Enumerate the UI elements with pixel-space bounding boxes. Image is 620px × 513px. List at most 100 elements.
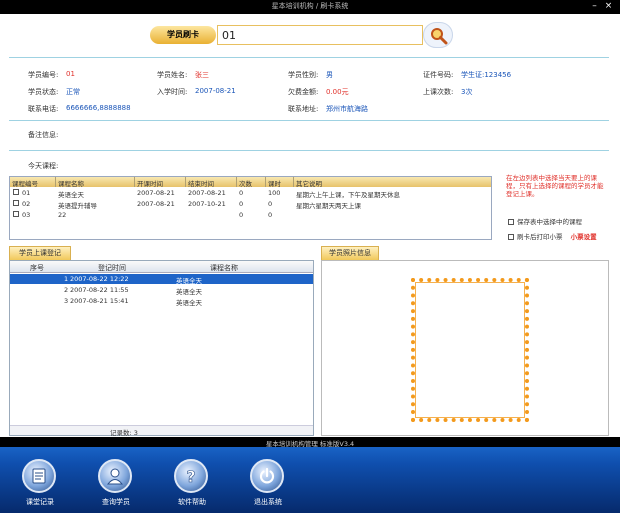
phone-label: 联系电话: xyxy=(28,105,59,113)
exit-button[interactable]: 退出系统 xyxy=(238,459,298,513)
save-selection-checkbox[interactable] xyxy=(508,219,514,225)
receipt-settings-link[interactable]: 小票设置 xyxy=(571,233,597,241)
table-header: 序号 登记时间 课程名称 xyxy=(10,261,313,273)
col-header: 结束时间 xyxy=(188,180,214,188)
class-count-value: 3次 xyxy=(461,88,473,96)
search-student-label: 查询学员 xyxy=(102,498,130,506)
divider xyxy=(9,150,609,151)
row-time: 2007-08-22 11:55 xyxy=(70,286,129,294)
phone-value: 6666666,8888888 xyxy=(66,104,131,112)
help-label: 软件帮助 xyxy=(178,498,206,506)
row-course: 英语全天 xyxy=(176,277,202,285)
title-bar: 星本培训机构 / 刷卡系统 – × xyxy=(0,0,620,14)
col-divider xyxy=(293,177,294,187)
student-status-label: 学员状态: xyxy=(28,88,59,96)
course-count: 0 xyxy=(239,189,244,197)
divider xyxy=(9,57,609,58)
app-version-title: 星本培训机构管理 标准版V3.4 xyxy=(265,440,355,448)
class-record-label: 课堂记录 xyxy=(26,498,54,506)
course-selection-hint: 在左边列表中选择当天要上的课程，只有上选择的课程的学员才能登记上课。 xyxy=(506,174,604,198)
col-header: 课程名称 xyxy=(58,180,84,188)
print-receipt-option[interactable]: 刷卡后打印小票 小票设置 xyxy=(508,231,597,241)
course-hours: 0 xyxy=(268,211,273,219)
table-header: 课程编号 课程名称 开课时间 结束时间 次数 课时 其它说明 xyxy=(10,177,491,188)
row-no: 3 xyxy=(64,297,69,305)
tab-checkin[interactable]: 学员上课登记 xyxy=(9,246,71,260)
record-icon xyxy=(22,459,56,493)
search-student-button[interactable]: 查询学员 xyxy=(86,459,146,513)
print-receipt-label: 刷卡后打印小票 xyxy=(517,233,563,241)
row-checkbox[interactable] xyxy=(13,211,19,217)
course-start: 2007-08-21 xyxy=(137,189,175,197)
address-label: 联系地址: xyxy=(288,105,319,113)
row-no: 2 xyxy=(64,286,69,294)
col-header: 登记时间 xyxy=(98,264,126,272)
idcard-label: 证件号码: xyxy=(423,71,454,79)
remarks-label: 备注信息: xyxy=(28,131,59,139)
today-courses-label: 今天课程: xyxy=(28,162,59,170)
row-time: 2007-08-21 15:41 xyxy=(70,297,129,305)
enroll-time-label: 入学时间: xyxy=(157,88,188,96)
photo-panel xyxy=(321,260,609,436)
student-status-value: 正常 xyxy=(66,88,80,96)
table-row[interactable]: 3 2007-08-21 15:41 英语全天 xyxy=(10,296,313,307)
course-code: 03 xyxy=(22,211,31,219)
course-hours: 0 xyxy=(268,200,273,208)
table-row[interactable]: 1 2007-08-22 12:22 英语全天 xyxy=(10,274,313,285)
address-value: 郑州市航海路 xyxy=(326,105,368,113)
owed-amount-label: 欠费金额: xyxy=(288,88,319,96)
enroll-time-value: 2007-08-21 xyxy=(195,87,236,95)
course-note: 星期六星期天两天上课 xyxy=(296,202,361,210)
idcard-value: 学生证:123456 xyxy=(461,71,512,79)
help-button[interactable]: ? 软件帮助 xyxy=(162,459,222,513)
print-receipt-checkbox[interactable] xyxy=(508,234,514,240)
owed-amount-value: 0.00元 xyxy=(326,88,349,96)
col-header: 其它说明 xyxy=(296,180,322,188)
class-count-label: 上课次数: xyxy=(423,88,454,96)
student-id-value: 01 xyxy=(66,70,75,78)
help-icon: ? xyxy=(174,459,208,493)
col-header: 课时 xyxy=(268,180,281,188)
student-gender-value: 男 xyxy=(326,71,333,79)
student-name-value: 张三 xyxy=(195,71,209,79)
course-code: 02 xyxy=(22,200,31,208)
tab-photo[interactable]: 学员照片信息 xyxy=(321,246,379,260)
table-row[interactable]: 03 22 0 0 xyxy=(10,210,491,220)
table-row[interactable]: 02 英语提升辅导 2007-08-21 2007-10-21 0 0 星期六星… xyxy=(10,199,491,210)
student-photo-frame xyxy=(411,278,529,422)
student-gender-label: 学员性别: xyxy=(288,71,319,79)
course-hours: 100 xyxy=(268,189,281,197)
row-no: 1 xyxy=(64,275,69,283)
course-start: 2007-08-21 xyxy=(137,200,175,208)
col-divider xyxy=(236,177,237,187)
checkin-table[interactable]: 序号 登记时间 课程名称 1 2007-08-22 12:22 英语全天 2 2… xyxy=(9,260,314,437)
record-count-bar: 记录数: 3 xyxy=(10,425,313,437)
svg-text:?: ? xyxy=(186,467,195,485)
row-checkbox[interactable] xyxy=(13,189,19,195)
close-icon[interactable]: × xyxy=(603,1,614,12)
course-end: 2007-10-21 xyxy=(188,200,226,208)
col-divider xyxy=(55,177,56,187)
save-selection-option[interactable]: 保存表中选择中的课程 xyxy=(508,216,582,226)
row-time: 2007-08-22 12:22 xyxy=(70,275,129,283)
table-row[interactable]: 2 2007-08-22 11:55 英语全天 xyxy=(10,285,313,296)
class-record-button[interactable]: 课堂记录 xyxy=(10,459,70,513)
course-end: 2007-08-21 xyxy=(188,189,226,197)
exit-label: 退出系统 xyxy=(254,498,282,506)
search-user-icon xyxy=(98,459,132,493)
col-header: 课程编号 xyxy=(12,180,38,188)
card-swipe-label: 学员刷卡 xyxy=(150,26,216,44)
col-divider xyxy=(134,177,135,187)
window-title: 星本培训机构 / 刷卡系统 xyxy=(271,2,349,10)
minimize-icon[interactable]: – xyxy=(589,1,600,12)
search-icon xyxy=(431,28,448,45)
row-checkbox[interactable] xyxy=(13,200,19,206)
card-number-input[interactable] xyxy=(217,25,423,45)
search-button[interactable] xyxy=(423,22,453,48)
save-selection-label: 保存表中选择中的课程 xyxy=(517,218,582,226)
power-icon xyxy=(250,459,284,493)
today-courses-table[interactable]: 课程编号 课程名称 开课时间 结束时间 次数 课时 其它说明 01 英语全天 2… xyxy=(9,176,492,240)
course-name: 22 xyxy=(58,211,67,219)
divider xyxy=(9,120,609,121)
table-row[interactable]: 01 英语全天 2007-08-21 2007-08-21 0 100 星期六上… xyxy=(10,188,491,199)
